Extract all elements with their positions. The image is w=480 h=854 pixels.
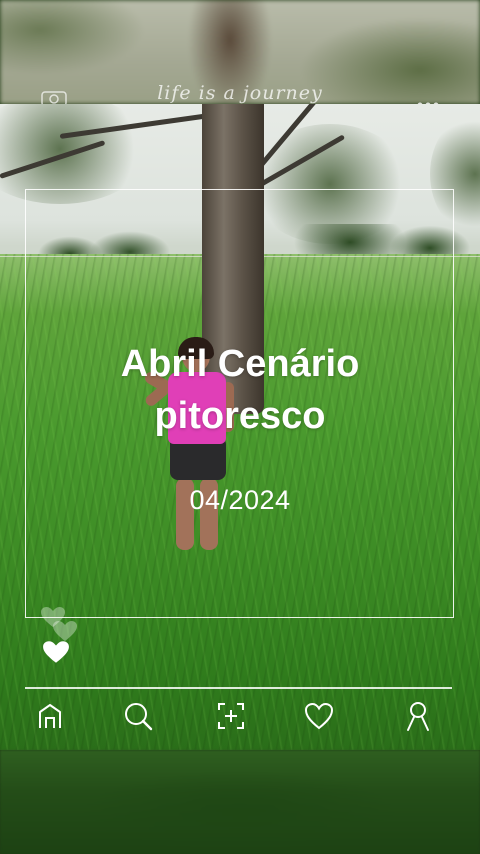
- heart-icon: [43, 641, 69, 663]
- nav-search-button[interactable]: [120, 698, 156, 734]
- nav-home-button[interactable]: [32, 698, 68, 734]
- home-icon: [39, 704, 61, 728]
- card-title-line2: pitoresco: [154, 395, 326, 437]
- search-icon: [125, 703, 153, 731]
- nav-add-button[interactable]: [213, 698, 249, 734]
- heart-icon: [53, 621, 77, 641]
- card-title: Abril Cenário pitoresco: [0, 338, 480, 442]
- blurred-bottom-background: [0, 750, 480, 854]
- nav-profile-button[interactable]: [400, 698, 436, 734]
- nav-divider: [25, 687, 452, 689]
- card-date: 04/2024: [189, 485, 291, 515]
- add-photo-icon: [218, 703, 244, 729]
- heart-reaction[interactable]: [38, 606, 88, 666]
- profile-icon: [407, 702, 429, 731]
- card-title-line1: Abril Cenário: [120, 343, 360, 385]
- nav-favorites-button[interactable]: [301, 698, 337, 734]
- header-title: life is a journey: [157, 82, 323, 104]
- heart-outline-icon: [304, 702, 334, 730]
